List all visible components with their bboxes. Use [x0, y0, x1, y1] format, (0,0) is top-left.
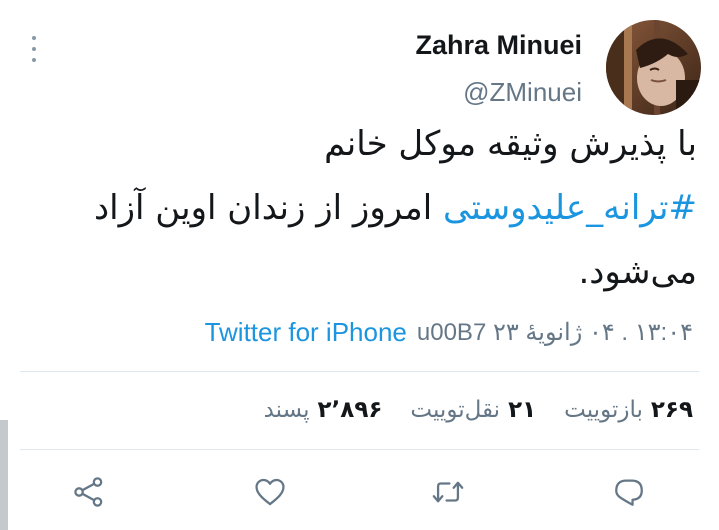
heart-icon [255, 478, 285, 506]
reply-button[interactable] [611, 474, 647, 510]
avatar[interactable] [606, 20, 701, 115]
avatar-image [606, 20, 701, 115]
author-display-name[interactable]: Zahra Minuei [415, 30, 582, 61]
stat-count: ۲۱ [508, 397, 537, 423]
hashtag-link[interactable]: #ترانه_علیدوستی [443, 188, 697, 228]
tweet-text-line: با پذیرش وثیقه موکل خانم [324, 124, 697, 164]
tweet-card: Zahra Minuei @ZMinuei با پذیرش وثیقه موک… [0, 0, 719, 530]
tweet-text-line: می‌شود. [578, 252, 697, 292]
divider [20, 371, 699, 372]
more-options-icon[interactable] [26, 36, 42, 62]
timestamp[interactable]: ۱۳:۰۴ . ۰۴ ژانویهٔ ۲۳ u00B7 [417, 318, 693, 347]
source-app-link[interactable]: Twitter for iPhone [205, 317, 407, 348]
share-icon [74, 477, 103, 507]
like-button[interactable] [252, 474, 288, 510]
tweet-text-fragment: امروز از زندان اوین آزاد [94, 188, 443, 228]
stat-label: پسند [263, 397, 310, 423]
stat-label: نقل‌توییت [410, 397, 501, 423]
reply-icon [615, 479, 643, 506]
stat-count: ۲٬۸۹۶ [317, 397, 383, 423]
author-handle[interactable]: @ZMinuei [463, 77, 582, 108]
tweet-text: با پذیرش وثیقه موکل خانم #ترانه_علیدوستی… [17, 112, 697, 304]
tweet-actions [0, 462, 719, 522]
tweet-text-line: #ترانه_علیدوستی امروز از زندان اوین آزاد [17, 176, 697, 240]
tweet-stats: ۲۶۹ بازتوییت ۲۱ نقل‌توییت ۲٬۸۹۶ پسند [264, 390, 693, 430]
stat-label: بازتوییت [564, 397, 643, 423]
share-button[interactable] [71, 474, 107, 510]
retweet-icon [432, 481, 464, 503]
stat-quote-tweets[interactable]: ۲۱ نقل‌توییت [410, 397, 536, 423]
stat-likes[interactable]: ۲٬۸۹۶ پسند [264, 397, 383, 423]
stat-retweets[interactable]: ۲۶۹ بازتوییت [564, 397, 693, 423]
retweet-button[interactable] [430, 474, 466, 510]
stat-count: ۲۶۹ [650, 397, 693, 423]
divider [20, 449, 699, 450]
tweet-meta: Twitter for iPhone ۱۳:۰۴ . ۰۴ ژانویهٔ ۲۳… [205, 312, 693, 352]
